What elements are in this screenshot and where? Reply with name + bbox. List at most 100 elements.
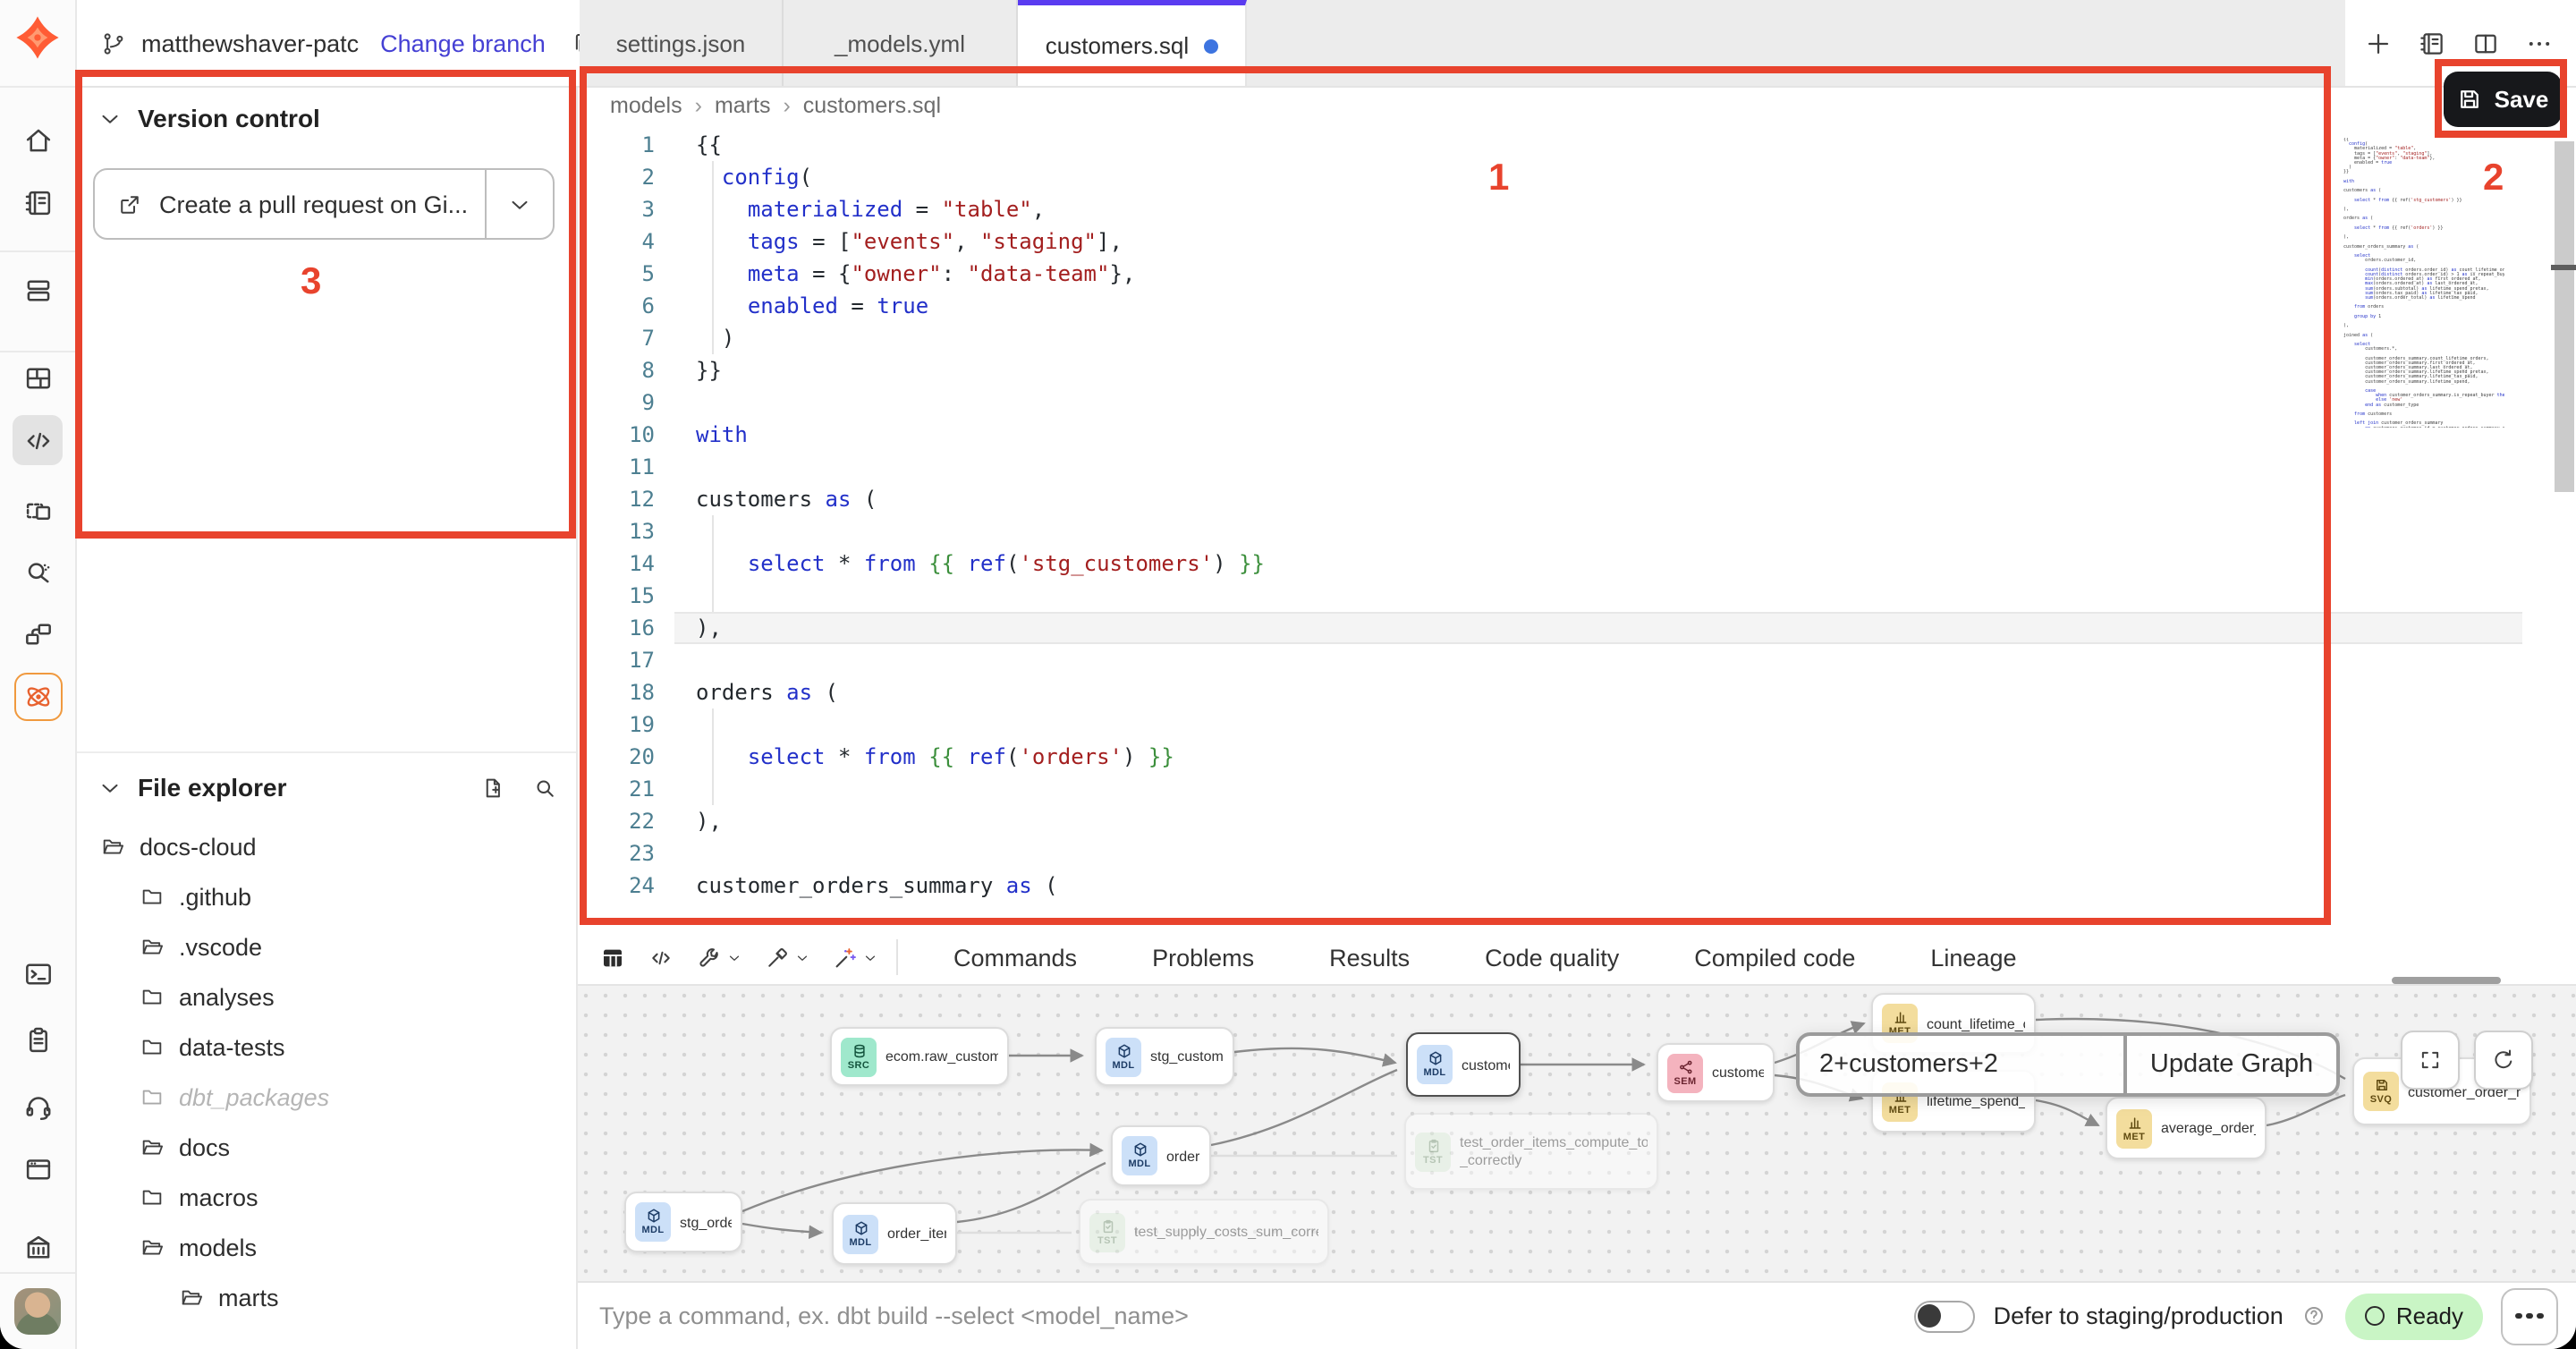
code-line-17[interactable]: 17 <box>576 644 2308 676</box>
code-line-11[interactable]: 11 <box>576 451 2308 483</box>
lineage-node-stg_orders[interactable]: MDLstg_orders <box>624 1192 742 1252</box>
breadcrumb-item[interactable]: customers.sql <box>803 93 941 118</box>
code-lines[interactable]: 1{{2 config(3 materialized = "table",4 t… <box>576 129 2308 902</box>
code-line-16[interactable]: 16), <box>576 612 2308 644</box>
panel-tab-compiled-code[interactable]: Compiled code <box>1657 944 1893 971</box>
status-badge[interactable]: Ready <box>2346 1293 2483 1339</box>
code-line-21[interactable]: 21 <box>576 773 2308 805</box>
lineage-node-raw_customers[interactable]: SRCecom.raw_customers <box>830 1027 1009 1086</box>
code-line-13[interactable]: 13 <box>576 515 2308 547</box>
code-line-23[interactable]: 23 <box>576 837 2308 870</box>
code-line-14[interactable]: 14 select * from {{ ref('stg_customers')… <box>576 547 2308 580</box>
version-control-header[interactable]: Version control <box>97 104 320 132</box>
lineage-canvas[interactable]: SRCecom.raw_customers MDLstg_customers MDL… <box>576 986 2576 1281</box>
lineage-node-customers_mdl[interactable]: MDLcustomers <box>1406 1032 1521 1097</box>
file-tree-item-.vscode[interactable]: .vscode <box>75 921 576 971</box>
file-tree-item-dbt_packages[interactable]: dbt_packages <box>75 1072 576 1122</box>
lineage-node-average_order_value[interactable]: METaverage_order_value <box>2106 1097 2267 1159</box>
copilot-wand-tool[interactable] <box>832 944 878 971</box>
breadcrumb-item[interactable]: marts <box>715 93 771 118</box>
code-tool[interactable] <box>648 944 674 971</box>
file-tree-item-docs[interactable]: docs <box>75 1122 576 1172</box>
format-tool[interactable] <box>764 944 810 971</box>
build-tool[interactable] <box>696 944 742 971</box>
layout-nav[interactable] <box>13 352 63 403</box>
code-line-20[interactable]: 20 select * from {{ ref('orders') }} <box>576 741 2308 773</box>
home-nav[interactable] <box>13 115 63 165</box>
file-explorer-header[interactable]: File explorer <box>97 764 558 810</box>
editor-minimap[interactable]: {{ config( materialized = "table", tags … <box>2343 138 2504 428</box>
file-tree-item-models[interactable]: models <box>75 1222 576 1272</box>
copilot-nav[interactable] <box>14 673 63 721</box>
search-icon[interactable] <box>531 774 558 801</box>
window-nav[interactable] <box>13 1143 63 1193</box>
breadcrumb-item[interactable]: models <box>610 93 682 118</box>
code-line-5[interactable]: 5 meta = {"owner": "data-team"}, <box>576 258 2308 290</box>
change-branch-link[interactable]: Change branch <box>380 30 546 56</box>
results-table-tool[interactable] <box>599 944 626 971</box>
notebook-icon[interactable] <box>2417 28 2447 58</box>
editor-scrollbar[interactable] <box>2551 86 2576 927</box>
fullscreen-button[interactable] <box>2401 1031 2460 1090</box>
code-line-2[interactable]: 2 config( <box>576 161 2308 193</box>
code-line-8[interactable]: 8}} <box>576 354 2308 386</box>
code-line-3[interactable]: 3 materialized = "table", <box>576 193 2308 225</box>
clipboard-nav[interactable] <box>13 1014 63 1065</box>
file-tree-item-marts[interactable]: marts <box>75 1272 576 1322</box>
file-tree-item-.github[interactable]: .github <box>75 871 576 921</box>
code-line-10[interactable]: 10with <box>576 419 2308 451</box>
create-pr-dropdown[interactable] <box>485 170 553 238</box>
save-button[interactable]: Save <box>2444 72 2562 127</box>
building-nav[interactable] <box>13 1222 63 1272</box>
code-line-4[interactable]: 4 tags = ["events", "staging"], <box>576 225 2308 258</box>
code-nav[interactable] <box>13 415 63 465</box>
lineage-node-test_order_items[interactable]: TSTtest_order_items_compute_to_bools _co… <box>1404 1113 1658 1190</box>
help-icon[interactable] <box>2301 1302 2328 1329</box>
scrollbar-thumb[interactable] <box>2555 141 2574 492</box>
code-line-19[interactable]: 19 <box>576 708 2308 741</box>
explore-nav[interactable] <box>13 546 63 596</box>
notebook-nav[interactable] <box>13 177 63 227</box>
lineage-node-orders[interactable]: MDLorders <box>1111 1125 1211 1186</box>
code-line-12[interactable]: 12customers as ( <box>576 483 2308 515</box>
new-file-icon[interactable] <box>479 774 506 801</box>
defer-toggle[interactable] <box>1915 1300 1976 1332</box>
more-actions-icon[interactable] <box>2524 28 2555 58</box>
create-pr-button[interactable]: Create a pull request on Gi... <box>93 168 555 240</box>
lineage-node-stg_customers[interactable]: MDLstg_customers <box>1095 1027 1234 1086</box>
refresh-graph-button[interactable] <box>2474 1031 2533 1090</box>
code-line-9[interactable]: 9 <box>576 386 2308 419</box>
new-tab-icon[interactable] <box>2363 28 2394 58</box>
tab-_models.yml[interactable]: _models.yml <box>784 0 1018 86</box>
command-input[interactable]: Type a command, ex. dbt build --select <… <box>599 1302 1189 1329</box>
compare-nav[interactable] <box>13 608 63 658</box>
lineage-node-customers_sem[interactable]: SEMcustomers <box>1657 1043 1775 1102</box>
lineage-node-order_items[interactable]: MDLorder_items <box>832 1202 957 1265</box>
code-line-1[interactable]: 1{{ <box>576 129 2308 161</box>
dbt-logo[interactable] <box>13 13 63 63</box>
file-tree-item-docs-cloud[interactable]: docs-cloud <box>75 821 576 871</box>
headset-nav[interactable] <box>13 1081 63 1131</box>
code-editor[interactable]: models›marts›customers.sql 1{{2 config(3… <box>576 86 2576 930</box>
code-line-22[interactable]: 22), <box>576 805 2308 837</box>
tab-customers.sql[interactable]: customers.sql <box>1018 0 1247 86</box>
file-tree-item-data-tests[interactable]: data-tests <box>75 1022 576 1072</box>
code-line-6[interactable]: 6 enabled = true <box>576 290 2308 322</box>
split-editor-icon[interactable] <box>2470 28 2501 58</box>
panel-tab-code-quality[interactable]: Code quality <box>1447 944 1657 971</box>
user-avatar[interactable] <box>14 1288 61 1335</box>
update-graph-button[interactable]: Update Graph <box>2123 1036 2336 1093</box>
panel-tab-results[interactable]: Results <box>1292 944 1447 971</box>
lineage-filter-input[interactable]: 2+customers+2 <box>1800 1036 2123 1093</box>
drawer-nav[interactable] <box>13 265 63 315</box>
code-line-15[interactable]: 15 <box>576 580 2308 612</box>
terminal-nav[interactable] <box>13 948 63 998</box>
panel-tab-lineage[interactable]: Lineage <box>1893 944 2054 971</box>
create-pr-button-main[interactable]: Create a pull request on Gi... <box>95 170 485 238</box>
panel-tab-commands[interactable]: Commands <box>916 944 1114 971</box>
code-line-18[interactable]: 18orders as ( <box>576 676 2308 708</box>
tab-settings.json[interactable]: settings.json <box>580 0 784 86</box>
file-tree-item-macros[interactable]: macros <box>75 1172 576 1222</box>
file-tree-item-analyses[interactable]: analyses <box>75 971 576 1022</box>
panel-tab-problems[interactable]: Problems <box>1114 944 1292 971</box>
